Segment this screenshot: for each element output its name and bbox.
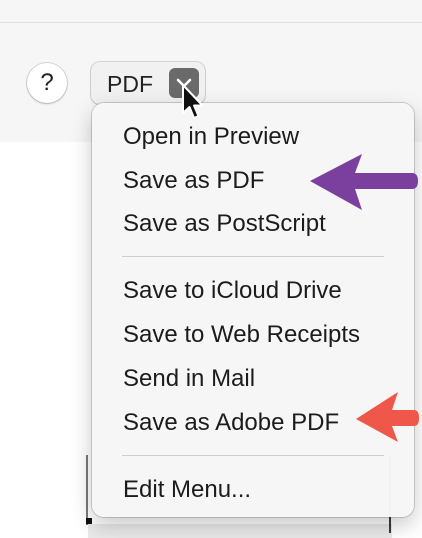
purple-arrow-annotation [310,154,418,210]
menu-item-open-in-preview[interactable]: Open in Preview [92,117,414,157]
menu-item-save-to-web-receipts[interactable]: Save to Web Receipts [92,315,414,355]
pdf-button-label: PDF [107,71,153,97]
red-arrow-annotation [356,392,419,442]
menu-item-edit-menu[interactable]: Edit Menu... [92,470,414,510]
mouse-pointer-icon [182,84,204,119]
help-icon: ? [40,69,54,96]
menu-separator [122,455,384,456]
document-edge-left [86,455,88,525]
menu-item-save-to-icloud-drive[interactable]: Save to iCloud Drive [92,271,414,311]
menu-separator [122,256,384,257]
dialog-divider [0,22,422,23]
screenshot-stage: ? PDF Open in Preview Save as PDF Save a… [0,0,422,538]
help-button[interactable]: ? [27,63,67,103]
document-mark [86,518,92,524]
